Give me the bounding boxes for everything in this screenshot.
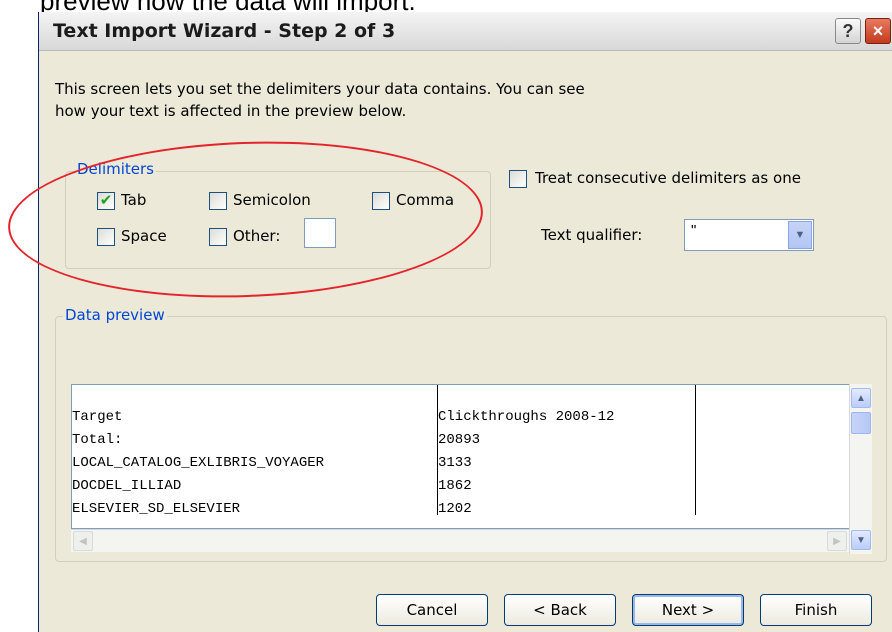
data-preview-group-label: Data preview xyxy=(63,306,167,324)
preview-cell: 1202 xyxy=(438,501,472,517)
comma-checkbox[interactable] xyxy=(372,192,390,210)
preview-cell: Clickthroughs 2008-12 xyxy=(438,409,615,425)
space-label[interactable]: Space xyxy=(121,227,167,245)
chevron-down-icon[interactable]: ▼ xyxy=(788,221,812,249)
help-button[interactable]: ? xyxy=(835,18,861,44)
back-button[interactable]: < Back xyxy=(504,594,616,626)
tab-checkbox[interactable]: ✔ xyxy=(97,192,115,210)
text-import-wizard-dialog: Text Import Wizard - Step 2 of 3 ? × Thi… xyxy=(38,12,892,632)
cancel-button[interactable]: Cancel xyxy=(376,594,488,626)
close-button[interactable]: × xyxy=(865,18,891,44)
treat-consecutive-label[interactable]: Treat consecutive delimiters as one xyxy=(535,169,801,187)
vertical-scroll-thumb[interactable] xyxy=(851,412,871,434)
scroll-up-arrow-icon[interactable]: ▲ xyxy=(851,388,871,408)
preview-cell: 3133 xyxy=(438,455,472,471)
text-qualifier-select[interactable]: " ▼ xyxy=(684,219,814,251)
window-title: Text Import Wizard - Step 2 of 3 xyxy=(53,20,396,42)
preview-cell: 20893 xyxy=(438,432,481,448)
title-bar: Text Import Wizard - Step 2 of 3 ? × xyxy=(39,12,892,51)
text-qualifier-label: Text qualifier: xyxy=(541,226,643,244)
text-qualifier-value: " xyxy=(691,222,697,239)
horizontal-scrollbar[interactable]: ◀ ▶ xyxy=(71,529,849,552)
other-delimiter-input[interactable] xyxy=(304,218,336,248)
column-divider xyxy=(437,385,438,515)
delimiters-group-label: Delimiters xyxy=(75,160,156,178)
intro-line-2: how your text is affected in the preview… xyxy=(55,102,407,120)
data-preview-grid[interactable]: Target Clickthroughs 2008-12 Total: 2089… xyxy=(71,384,872,529)
scroll-right-arrow-icon[interactable]: ▶ xyxy=(827,531,847,551)
tab-label[interactable]: Tab xyxy=(121,191,146,209)
preview-cell: LOCAL_CATALOG_EXLIBRIS_VOYAGER xyxy=(72,455,325,471)
preview-cell: 1862 xyxy=(438,478,472,494)
intro-text: This screen lets you set the delimiters … xyxy=(55,78,695,122)
scroll-left-arrow-icon[interactable]: ◀ xyxy=(73,531,93,551)
preview-cell: DOCDEL_ILLIAD xyxy=(72,478,182,494)
intro-line-1: This screen lets you set the delimiters … xyxy=(55,80,585,98)
treat-consecutive-checkbox[interactable] xyxy=(509,170,527,188)
other-label[interactable]: Other: xyxy=(233,227,280,245)
next-button[interactable]: Next > xyxy=(632,594,744,626)
semicolon-checkbox[interactable] xyxy=(209,192,227,210)
other-checkbox[interactable] xyxy=(209,228,227,246)
column-divider xyxy=(695,385,696,515)
delimiters-group xyxy=(65,171,491,269)
preview-cell: Target xyxy=(72,409,123,425)
finish-button[interactable]: Finish xyxy=(760,594,872,626)
scroll-down-arrow-icon[interactable]: ▼ xyxy=(851,530,871,550)
semicolon-label[interactable]: Semicolon xyxy=(233,191,311,209)
comma-label[interactable]: Comma xyxy=(396,191,454,209)
preview-cell: ELSEVIER_SD_ELSEVIER xyxy=(72,501,241,517)
preview-cell: Total: xyxy=(72,432,123,448)
vertical-scrollbar[interactable]: ▲ ▼ xyxy=(849,384,872,554)
space-checkbox[interactable] xyxy=(97,228,115,246)
